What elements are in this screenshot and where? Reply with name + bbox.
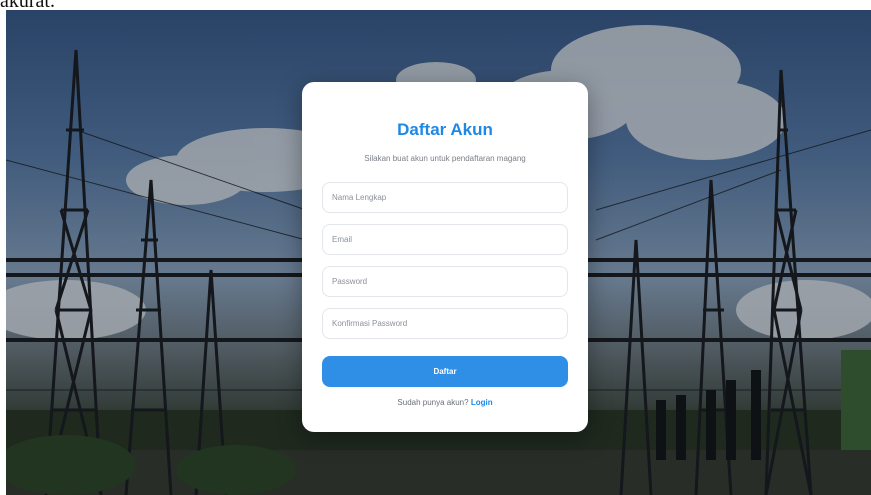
form-subtitle: Silakan buat akun untuk pendaftaran maga… [364, 154, 526, 163]
confirm-password-input[interactable] [322, 308, 568, 339]
form-title: Daftar Akun [397, 120, 493, 139]
login-link[interactable]: Login [471, 398, 493, 407]
password-input[interactable] [322, 266, 568, 297]
full-name-input[interactable] [322, 182, 568, 213]
page: akurat. Daftar Akun Silakan buat akun un… [0, 0, 871, 495]
email-input[interactable] [322, 224, 568, 255]
register-card: Daftar Akun Silakan buat akun untuk pend… [302, 82, 588, 432]
login-prompt-text: Sudah punya akun? [397, 398, 469, 407]
register-button[interactable]: Daftar [322, 356, 568, 387]
login-prompt: Sudah punya akun? Login [322, 398, 568, 408]
